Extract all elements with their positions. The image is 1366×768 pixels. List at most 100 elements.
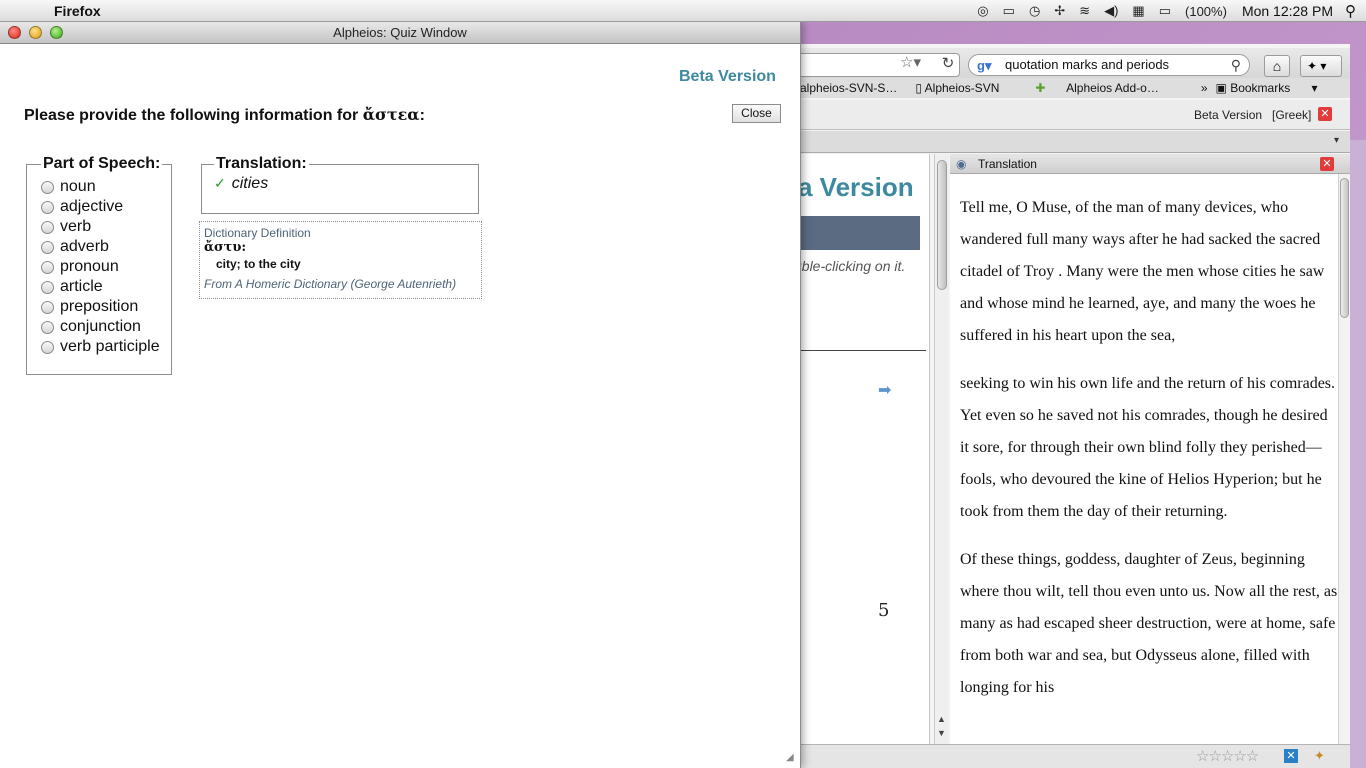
pos-option-article[interactable]: article [41,277,163,297]
radio-button[interactable] [41,240,54,254]
search-bar[interactable]: g▾ quotation marks and periods ⚲ [968,54,1250,76]
part-of-speech-group: Part of Speech: noun adjective verb adve… [26,155,172,375]
battery-percent: (100%) [1185,3,1227,19]
scroll-up-icon[interactable]: ▲ [937,714,946,724]
radio-button[interactable] [41,300,54,314]
translation-text: Tell me, O Muse, of the man of many devi… [960,192,1338,720]
tab-list-icon[interactable]: ▾ [1334,135,1339,146]
menubar-clock[interactable]: Mon 12:28 PM [1242,3,1333,19]
translation-panel: ◉ Translation ✕ Tell me, O Muse, of the … [950,154,1350,768]
radio-button[interactable] [41,180,54,194]
battery-icon[interactable]: ▭ [1159,3,1171,19]
radio-button[interactable] [41,200,54,214]
pos-option-verb-participle[interactable]: verb participle [41,337,163,357]
pos-option-pronoun[interactable]: pronoun [41,257,163,277]
spotlight-icon[interactable]: ⚲ [1345,2,1356,20]
bookmark-star-icon[interactable]: ☆▾ [900,53,921,71]
scroll-down-icon[interactable]: ▼ [937,728,946,738]
bookmark-item[interactable]: alpheios-SVN-S… [800,81,897,95]
quiz-prompt: Please provide the following information… [24,105,425,124]
translation-scrollbar[interactable] [1338,174,1350,768]
bookmark-item[interactable]: ▯ Alpheios-SVN [915,81,1017,95]
panel-close-icon[interactable]: ✕ [1320,157,1334,171]
translation-panel-header: ◉ Translation ✕ [950,154,1350,174]
close-window-icon[interactable] [8,26,21,39]
scrollbar-thumb[interactable] [937,160,947,290]
resize-grip-icon[interactable]: ◢ [786,752,794,763]
toolbar-beta-label: Beta Version [1194,108,1263,122]
mac-menubar: Firefox ◎ ▭ ◷ ✢ ≋ ◀) ▦ ▭ (100%) Mon 12:2… [0,0,1366,22]
xmarks-icon[interactable]: ✕ [1284,749,1298,763]
tab-bar: ▾ [790,131,1350,153]
part-of-speech-legend: Part of Speech: [43,155,161,172]
google-icon[interactable]: g▾ [977,56,991,76]
translation-panel-title: Translation [978,157,1037,171]
search-icon[interactable]: ⚲ [1231,55,1241,75]
volume-icon[interactable]: ◀) [1104,3,1118,19]
bookmark-item[interactable]: ✚ Alpheios Add-o… [1035,81,1176,95]
radio-button[interactable] [41,260,54,274]
quiz-word: ἄστεα [362,105,420,124]
sync-icon[interactable]: ◎ [977,3,988,19]
line-number: 5 [878,600,890,621]
addon-status-icon[interactable]: ✦ [1314,748,1325,764]
page-scrollbar[interactable]: ▲ ▼ [934,154,949,744]
desktop-edge [1350,140,1366,768]
pos-option-preposition[interactable]: preposition [41,297,163,317]
checkmark-icon: ✓ [214,175,226,191]
radio-button[interactable] [41,280,54,294]
page-banner [790,216,920,250]
time-machine-icon[interactable]: ◷ [1029,3,1040,19]
bookmarks-overflow-icon[interactable]: » [1201,81,1208,95]
language-selector[interactable]: [Greek] [1272,108,1311,122]
window-title: Alpheios: Quiz Window [333,25,467,40]
radio-button[interactable] [41,220,54,234]
home-button[interactable]: ⌂ [1264,55,1290,77]
quiz-titlebar[interactable]: Alpheios: Quiz Window [0,22,800,44]
radio-button[interactable] [41,320,54,334]
translation-paragraph: Of these things, goddess, daughter of Ze… [960,551,1338,696]
radio-button[interactable] [41,340,54,354]
translation-paragraph: Tell me, O Muse, of the man of many devi… [960,199,1325,344]
divider [790,350,926,351]
minimize-window-icon[interactable] [29,26,42,39]
dictionary-source: From A Homeric Dictionary (George Autenr… [204,277,457,291]
scrollbar-thumb[interactable] [1340,178,1349,318]
flag-icon[interactable]: ▦ [1132,3,1144,19]
camera-icon[interactable]: ▭ [1003,3,1015,19]
translation-group: Translation: ✓ cities [201,155,479,214]
url-bar[interactable] [790,53,960,77]
translation-answer[interactable]: ✓ cities [214,175,468,193]
status-bar: ☆☆☆☆☆ ✕ ✦ [790,744,1350,768]
reload-icon[interactable]: ↻ [938,53,958,75]
page-content: a Version uble-clicking on it. ➡ 5 [790,154,930,768]
pos-option-conjunction[interactable]: conjunction [41,317,163,337]
app-menu-firefox[interactable]: Firefox [54,3,101,19]
translation-paragraph: seeking to win his own life and the retu… [960,375,1336,520]
wifi-icon[interactable]: ≋ [1079,3,1090,19]
bookmarks-menu[interactable]: ▣ Bookmarks ▾ [1216,81,1318,95]
close-button[interactable]: Close [732,104,781,123]
quiz-window: Alpheios: Quiz Window Beta Version Pleas… [0,22,801,768]
puzzle-icon: ✚ [1035,81,1046,95]
addon-menu-button[interactable]: ✦ ▾ [1300,55,1342,77]
firefox-window: ☆▾ ↻ g▾ quotation marks and periods ⚲ ⌂ … [790,44,1350,768]
search-query: quotation marks and periods [1005,57,1170,72]
zoom-window-icon[interactable] [50,26,63,39]
rating-stars-icon[interactable]: ☆☆☆☆☆ [1196,747,1259,765]
pos-option-verb[interactable]: verb [41,217,163,237]
bookmarks-toolbar: alpheios-SVN-S… ▯ Alpheios-SVN ✚ Alpheio… [790,78,1350,98]
alpheios-toolbar: Beta Version [Greek] ✕ [790,100,1350,130]
toolbar-close-icon[interactable]: ✕ [1318,107,1332,121]
dictionary-definition: city; to the city [216,257,301,271]
page-heading: a Version [798,172,914,202]
bluetooth-icon[interactable]: ✢ [1054,3,1065,19]
pos-option-adverb[interactable]: adverb [41,237,163,257]
pos-option-noun[interactable]: noun [41,177,163,197]
next-arrow-icon[interactable]: ➡ [878,380,891,400]
translation-legend: Translation: [216,155,307,172]
pos-option-adjective[interactable]: adjective [41,197,163,217]
nav-toolbar: ☆▾ ↻ g▾ quotation marks and periods ⚲ ⌂ … [790,48,1350,82]
page-hint: uble-clicking on it. [794,258,906,274]
dictionary-lemma: ἄστυ: [204,240,247,255]
